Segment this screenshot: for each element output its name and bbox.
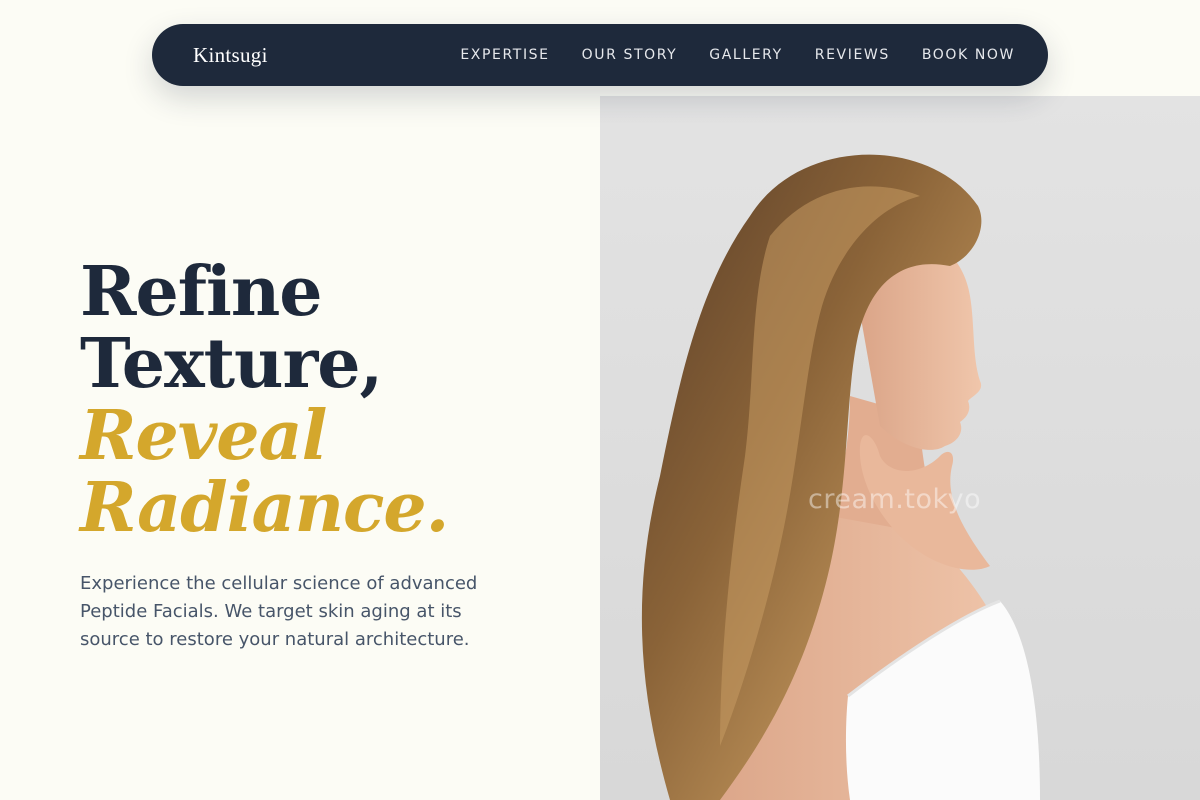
- nav-menu: EXPERTISE OUR STORY GALLERY REVIEWS BOOK…: [460, 47, 1015, 63]
- hero-section: Refine Texture, Reveal Radiance. Experie…: [80, 256, 580, 654]
- nav-link-our-story[interactable]: OUR STORY: [582, 47, 678, 63]
- woman-profile-illustration: [641, 154, 1040, 800]
- hero-description: Experience the cellular science of advan…: [80, 573, 478, 650]
- top-navbar: Kintsugi EXPERTISE OUR STORY GALLERY REV…: [152, 24, 1048, 86]
- headline-line-2: Texture,: [80, 324, 383, 404]
- image-watermark: cream.tokyo: [808, 484, 982, 515]
- headline-line-4: Radiance.: [80, 468, 449, 548]
- nav-link-expertise[interactable]: EXPERTISE: [460, 47, 549, 63]
- nav-link-book-now[interactable]: BOOK NOW: [922, 47, 1015, 63]
- nav-link-reviews[interactable]: REVIEWS: [815, 47, 890, 63]
- hero-headline: Refine Texture, Reveal Radiance.: [80, 256, 580, 544]
- headline-line-3: Reveal: [80, 396, 327, 476]
- headline-line-1: Refine: [80, 252, 323, 332]
- brand-logo[interactable]: Kintsugi: [193, 43, 268, 68]
- nav-link-gallery[interactable]: GALLERY: [709, 47, 782, 63]
- hero-image: cream.tokyo: [600, 96, 1200, 800]
